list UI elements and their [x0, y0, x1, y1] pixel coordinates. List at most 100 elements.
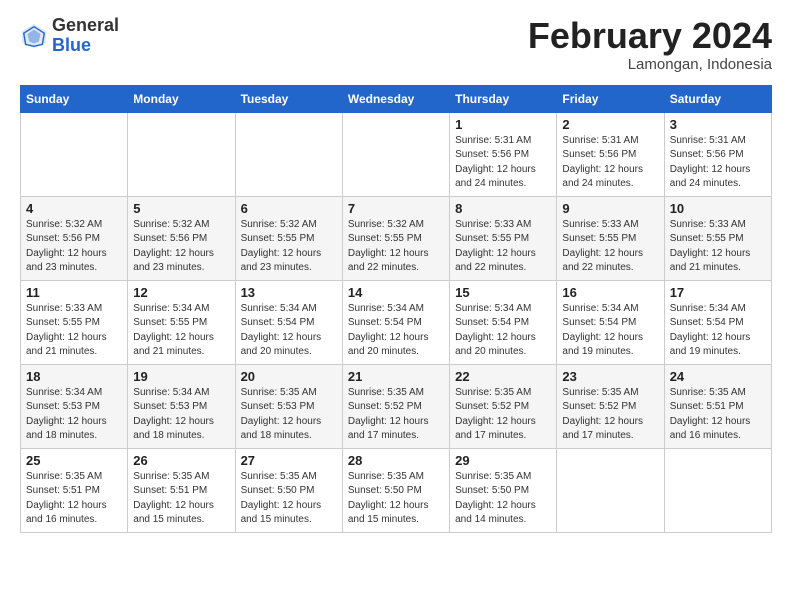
calendar-cell: 18 Sunrise: 5:34 AM Sunset: 5:53 PM Dayli… — [21, 364, 128, 448]
calendar-cell: 2 Sunrise: 5:31 AM Sunset: 5:56 PM Daylig… — [557, 112, 664, 196]
weekday-header: Sunday — [21, 85, 128, 112]
day-number: 18 — [26, 369, 122, 384]
day-info: Sunrise: 5:35 AM Sunset: 5:51 PM Dayligh… — [133, 470, 229, 528]
calendar-cell — [342, 112, 449, 196]
day-number: 27 — [241, 453, 337, 468]
day-info: Sunrise: 5:35 AM Sunset: 5:51 PM Dayligh… — [670, 386, 766, 444]
day-number: 28 — [348, 453, 444, 468]
calendar-week-row: 4 Sunrise: 5:32 AM Sunset: 5:56 PM Daylig… — [21, 196, 772, 280]
day-info: Sunrise: 5:31 AM Sunset: 5:56 PM Dayligh… — [562, 134, 658, 192]
day-number: 20 — [241, 369, 337, 384]
calendar-cell — [235, 112, 342, 196]
day-number: 24 — [670, 369, 766, 384]
calendar-cell: 1 Sunrise: 5:31 AM Sunset: 5:56 PM Daylig… — [450, 112, 557, 196]
calendar-cell: 21 Sunrise: 5:35 AM Sunset: 5:52 PM Dayli… — [342, 364, 449, 448]
calendar-week-row: 25 Sunrise: 5:35 AM Sunset: 5:51 PM Dayli… — [21, 448, 772, 532]
day-info: Sunrise: 5:35 AM Sunset: 5:50 PM Dayligh… — [241, 470, 337, 528]
day-info: Sunrise: 5:33 AM Sunset: 5:55 PM Dayligh… — [670, 218, 766, 276]
calendar-cell: 11Sunrise: 5:33 AM Sunset: 5:55 PM Dayli… — [21, 280, 128, 364]
day-info: Sunrise: 5:31 AM Sunset: 5:56 PM Dayligh… — [670, 134, 766, 192]
logo-text: General Blue — [52, 16, 119, 56]
logo-icon — [20, 22, 48, 50]
weekday-header: Friday — [557, 85, 664, 112]
calendar-body: 1 Sunrise: 5:31 AM Sunset: 5:56 PM Daylig… — [21, 112, 772, 532]
day-number: 15 — [455, 285, 551, 300]
day-info: Sunrise: 5:35 AM Sunset: 5:52 PM Dayligh… — [562, 386, 658, 444]
day-info: Sunrise: 5:34 AM Sunset: 5:53 PM Dayligh… — [133, 386, 229, 444]
calendar-cell: 28 Sunrise: 5:35 AM Sunset: 5:50 PM Dayli… — [342, 448, 449, 532]
calendar-cell — [21, 112, 128, 196]
calendar-cell — [128, 112, 235, 196]
calendar-cell: 3 Sunrise: 5:31 AM Sunset: 5:56 PM Daylig… — [664, 112, 771, 196]
day-info: Sunrise: 5:35 AM Sunset: 5:52 PM Dayligh… — [455, 386, 551, 444]
calendar-cell: 19 Sunrise: 5:34 AM Sunset: 5:53 PM Dayli… — [128, 364, 235, 448]
calendar-cell: 29Sunrise: 5:35 AM Sunset: 5:50 PM Dayli… — [450, 448, 557, 532]
day-number: 1 — [455, 117, 551, 132]
calendar-cell: 7Sunrise: 5:32 AM Sunset: 5:55 PM Daylig… — [342, 196, 449, 280]
calendar-cell: 20 Sunrise: 5:35 AM Sunset: 5:53 PM Dayli… — [235, 364, 342, 448]
calendar-cell: 6 Sunrise: 5:32 AM Sunset: 5:55 PM Daylig… — [235, 196, 342, 280]
day-info: Sunrise: 5:35 AM Sunset: 5:50 PM Dayligh… — [455, 470, 551, 528]
day-info: Sunrise: 5:34 AM Sunset: 5:55 PM Dayligh… — [133, 302, 229, 360]
day-number: 9 — [562, 201, 658, 216]
calendar-cell: 15 Sunrise: 5:34 AM Sunset: 5:54 PM Dayli… — [450, 280, 557, 364]
title-area: February 2024 Lamongan, Indonesia — [528, 16, 772, 73]
calendar-cell: 14Sunrise: 5:34 AM Sunset: 5:54 PM Dayli… — [342, 280, 449, 364]
day-info: Sunrise: 5:34 AM Sunset: 5:53 PM Dayligh… — [26, 386, 122, 444]
calendar-cell: 8 Sunrise: 5:33 AM Sunset: 5:55 PM Daylig… — [450, 196, 557, 280]
day-number: 25 — [26, 453, 122, 468]
day-info: Sunrise: 5:35 AM Sunset: 5:50 PM Dayligh… — [348, 470, 444, 528]
day-number: 3 — [670, 117, 766, 132]
calendar-cell: 26 Sunrise: 5:35 AM Sunset: 5:51 PM Dayli… — [128, 448, 235, 532]
calendar-cell — [664, 448, 771, 532]
day-info: Sunrise: 5:34 AM Sunset: 5:54 PM Dayligh… — [241, 302, 337, 360]
day-number: 8 — [455, 201, 551, 216]
day-number: 12 — [133, 285, 229, 300]
location: Lamongan, Indonesia — [528, 56, 772, 73]
logo-general-text: General — [52, 16, 119, 36]
calendar-cell: 23Sunrise: 5:35 AM Sunset: 5:52 PM Dayli… — [557, 364, 664, 448]
calendar-table: SundayMondayTuesdayWednesdayThursdayFrid… — [20, 85, 772, 533]
calendar-cell — [557, 448, 664, 532]
day-number: 19 — [133, 369, 229, 384]
calendar-header: SundayMondayTuesdayWednesdayThursdayFrid… — [21, 85, 772, 112]
month-title: February 2024 — [528, 16, 772, 56]
day-number: 17 — [670, 285, 766, 300]
day-info: Sunrise: 5:32 AM Sunset: 5:55 PM Dayligh… — [241, 218, 337, 276]
day-info: Sunrise: 5:34 AM Sunset: 5:54 PM Dayligh… — [455, 302, 551, 360]
calendar-cell: 24 Sunrise: 5:35 AM Sunset: 5:51 PM Dayli… — [664, 364, 771, 448]
calendar-cell: 5 Sunrise: 5:32 AM Sunset: 5:56 PM Daylig… — [128, 196, 235, 280]
weekday-header: Saturday — [664, 85, 771, 112]
day-number: 10 — [670, 201, 766, 216]
day-number: 5 — [133, 201, 229, 216]
day-info: Sunrise: 5:31 AM Sunset: 5:56 PM Dayligh… — [455, 134, 551, 192]
weekday-header: Thursday — [450, 85, 557, 112]
calendar-cell: 27 Sunrise: 5:35 AM Sunset: 5:50 PM Dayli… — [235, 448, 342, 532]
day-number: 26 — [133, 453, 229, 468]
calendar-cell: 16Sunrise: 5:34 AM Sunset: 5:54 PM Dayli… — [557, 280, 664, 364]
day-number: 2 — [562, 117, 658, 132]
day-info: Sunrise: 5:32 AM Sunset: 5:56 PM Dayligh… — [133, 218, 229, 276]
day-info: Sunrise: 5:33 AM Sunset: 5:55 PM Dayligh… — [455, 218, 551, 276]
day-number: 21 — [348, 369, 444, 384]
day-info: Sunrise: 5:35 AM Sunset: 5:52 PM Dayligh… — [348, 386, 444, 444]
calendar-week-row: 11Sunrise: 5:33 AM Sunset: 5:55 PM Dayli… — [21, 280, 772, 364]
day-info: Sunrise: 5:32 AM Sunset: 5:56 PM Dayligh… — [26, 218, 122, 276]
logo: General Blue — [20, 16, 119, 56]
logo-blue-text: Blue — [52, 36, 119, 56]
day-info: Sunrise: 5:34 AM Sunset: 5:54 PM Dayligh… — [670, 302, 766, 360]
day-number: 4 — [26, 201, 122, 216]
day-info: Sunrise: 5:35 AM Sunset: 5:53 PM Dayligh… — [241, 386, 337, 444]
calendar-cell: 4 Sunrise: 5:32 AM Sunset: 5:56 PM Daylig… — [21, 196, 128, 280]
day-number: 22 — [455, 369, 551, 384]
weekday-header: Tuesday — [235, 85, 342, 112]
day-number: 7 — [348, 201, 444, 216]
weekday-header: Wednesday — [342, 85, 449, 112]
day-number: 13 — [241, 285, 337, 300]
day-info: Sunrise: 5:33 AM Sunset: 5:55 PM Dayligh… — [26, 302, 122, 360]
day-info: Sunrise: 5:35 AM Sunset: 5:51 PM Dayligh… — [26, 470, 122, 528]
day-info: Sunrise: 5:34 AM Sunset: 5:54 PM Dayligh… — [562, 302, 658, 360]
calendar-cell: 9Sunrise: 5:33 AM Sunset: 5:55 PM Daylig… — [557, 196, 664, 280]
calendar-week-row: 1 Sunrise: 5:31 AM Sunset: 5:56 PM Daylig… — [21, 112, 772, 196]
day-number: 6 — [241, 201, 337, 216]
